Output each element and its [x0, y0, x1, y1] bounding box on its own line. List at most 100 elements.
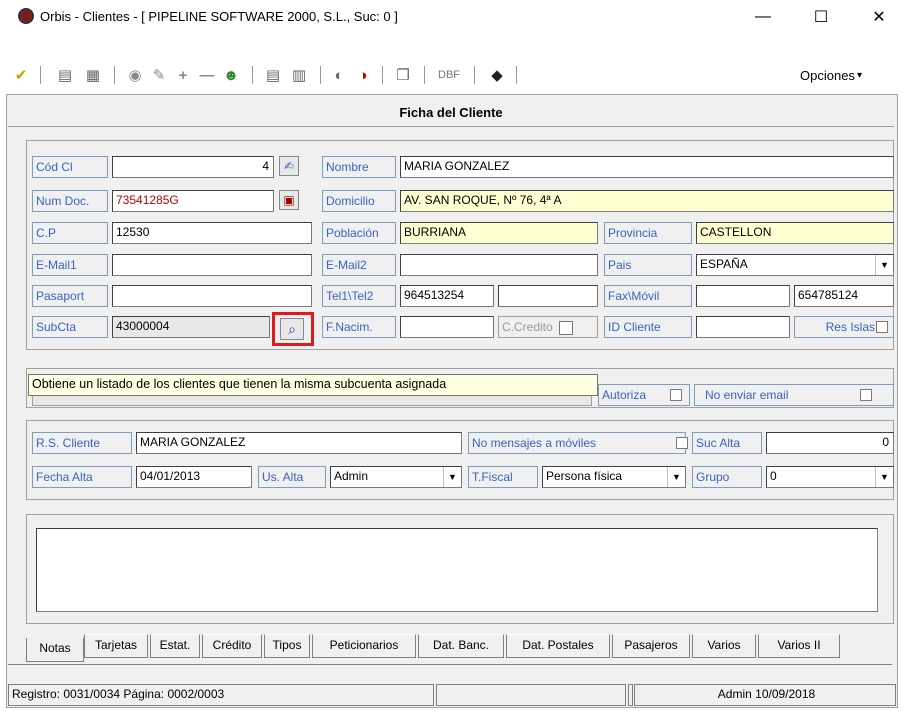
- toolbar-separator: [424, 66, 425, 84]
- maximize-button[interactable]: ☐: [798, 4, 844, 30]
- status-user-date: Admin 10/09/2018: [634, 684, 896, 706]
- minimize-button[interactable]: —: [740, 4, 786, 30]
- subcta-field[interactable]: 43000004: [112, 316, 270, 338]
- edit-icon[interactable]: ✎: [148, 64, 170, 86]
- edit-code-icon[interactable]: ✍: [279, 156, 299, 176]
- status-panel-3: [628, 684, 633, 706]
- search-icon[interactable]: ⌕: [280, 318, 304, 340]
- ccredito-checkbox[interactable]: [559, 320, 574, 335]
- nombre-label: Nombre: [322, 156, 396, 178]
- options-menu[interactable]: Opciones ▾: [786, 64, 876, 86]
- poblacion-field[interactable]: BURRIANA: [400, 222, 598, 244]
- pasaport-label: Pasaport: [32, 285, 108, 307]
- tab-varios[interactable]: Varios: [692, 634, 756, 658]
- fnacim-label: F.Nacim.: [322, 316, 396, 338]
- provincia-label: Provincia: [604, 222, 692, 244]
- tel2-field[interactable]: [498, 285, 598, 307]
- tab-dat-postales[interactable]: Dat. Postales: [506, 634, 610, 658]
- chevron-down-icon: ▾: [856, 69, 862, 81]
- pais-select[interactable]: ESPAÑA ▼: [696, 254, 894, 276]
- toolbar-separator: [40, 66, 41, 84]
- cp-field[interactable]: 12530: [112, 222, 312, 244]
- toolbar-separator: [516, 66, 517, 84]
- book-icon[interactable]: ◆: [486, 64, 508, 86]
- window-title: Orbis - Clientes - [ PIPELINE SOFTWARE 2…: [40, 9, 398, 24]
- toolbar-separator: [320, 66, 321, 84]
- no-mensajes-checkbox[interactable]: [676, 437, 688, 449]
- app-icon: [18, 8, 34, 24]
- rs-cliente-label: R.S. Cliente: [32, 432, 132, 454]
- tab-dat-banc[interactable]: Dat. Banc.: [418, 634, 504, 658]
- delete-icon[interactable]: —: [196, 64, 218, 86]
- tab-notas[interactable]: Notas: [26, 638, 84, 662]
- tel1-field[interactable]: 964513254: [400, 285, 494, 307]
- last-record-icon[interactable]: ▦: [82, 64, 104, 86]
- suc-alta-field[interactable]: 0: [766, 432, 894, 454]
- id-cliente-label: ID Cliente: [604, 316, 692, 338]
- provincia-field[interactable]: CASTELLON: [696, 222, 894, 244]
- no-mensajes-label: No mensajes a móviles: [468, 432, 686, 454]
- client-icon[interactable]: ☻: [220, 64, 242, 86]
- tab-varios-ii[interactable]: Varios II: [758, 634, 840, 658]
- tab-tarjetas[interactable]: Tarjetas: [84, 634, 148, 658]
- report-icon[interactable]: ▥: [288, 64, 310, 86]
- no-enviar-email-checkbox[interactable]: [860, 389, 872, 401]
- email2-label: E-Mail2: [322, 254, 396, 276]
- tel-label: Tel1\Tel2: [322, 285, 396, 307]
- divider: [8, 664, 892, 665]
- domicilio-field[interactable]: AV. SAN ROQUE, Nº 76, 4ª A: [400, 190, 894, 212]
- lookup-icon[interactable]: ◑: [352, 64, 374, 86]
- fnacim-field[interactable]: [400, 316, 494, 338]
- email1-label: E-Mail1: [32, 254, 108, 276]
- toolbar-separator: [382, 66, 383, 84]
- tab-estat[interactable]: Estat.: [150, 634, 200, 658]
- notes-textarea[interactable]: [36, 528, 878, 612]
- us-alta-label: Us. Alta: [258, 466, 326, 488]
- document-icon[interactable]: ❐: [392, 64, 414, 86]
- cp-label: C.P: [32, 222, 108, 244]
- view-icon[interactable]: ◉: [124, 64, 146, 86]
- res-islas-checkbox[interactable]: [876, 321, 888, 333]
- title-bar: Orbis - Clientes - [ PIPELINE SOFTWARE 2…: [6, 0, 904, 34]
- tab-peticionarios[interactable]: Peticionarios: [312, 634, 416, 658]
- email2-field[interactable]: [400, 254, 598, 276]
- list-icon[interactable]: ▤: [262, 64, 284, 86]
- grupo-select[interactable]: 0 ▼: [766, 466, 894, 488]
- cod-cl-field[interactable]: 4: [112, 156, 274, 178]
- fecha-alta-field[interactable]: 04/01/2013: [136, 466, 252, 488]
- tfiscal-label: T.Fiscal: [468, 466, 538, 488]
- pais-label: Pais: [604, 254, 692, 276]
- tfiscal-select[interactable]: Persona física ▼: [542, 466, 686, 488]
- tab-tipos[interactable]: Tipos: [264, 634, 310, 658]
- movil-field[interactable]: 654785124: [794, 285, 894, 307]
- check-icon[interactable]: ✔: [10, 64, 32, 86]
- chevron-down-icon[interactable]: ▼: [443, 467, 461, 487]
- tooltip: Obtiene un listado de los clientes que t…: [28, 374, 598, 396]
- toolbar-separator: [474, 66, 475, 84]
- autoriza-checkbox[interactable]: [670, 389, 682, 401]
- chevron-down-icon[interactable]: ▼: [875, 467, 893, 487]
- add-icon[interactable]: +: [172, 64, 194, 86]
- nombre-field[interactable]: MARIA GONZALEZ: [400, 156, 894, 178]
- rs-cliente-field[interactable]: MARIA GONZALEZ: [136, 432, 462, 454]
- close-button[interactable]: ✕: [856, 4, 902, 30]
- num-doc-field[interactable]: 73541285G: [112, 190, 274, 212]
- chevron-down-icon[interactable]: ▼: [667, 467, 685, 487]
- fax-field[interactable]: [696, 285, 790, 307]
- tab-credito[interactable]: Crédito: [202, 634, 262, 658]
- toolbar-separator: [252, 66, 253, 84]
- us-alta-select[interactable]: Admin ▼: [330, 466, 462, 488]
- id-card-icon[interactable]: ▣: [279, 190, 299, 210]
- toolbar: ✔ ▤ ▦ ◉ ✎ + — ☻ ▤ ▥ ◐ ◑ ❐ DBF ◆ Opciones…: [6, 58, 904, 92]
- ccredito-checkbox-field[interactable]: C.Credito: [498, 316, 598, 338]
- archive-icon[interactable]: ◐: [328, 64, 350, 86]
- email1-field[interactable]: [112, 254, 312, 276]
- id-cliente-field[interactable]: [696, 316, 790, 338]
- status-panel-2: [436, 684, 626, 706]
- dbf-icon[interactable]: DBF: [436, 64, 462, 86]
- first-record-icon[interactable]: ▤: [54, 64, 76, 86]
- pasaport-field[interactable]: [112, 285, 312, 307]
- tab-bar: Notas Tarjetas Estat. Crédito Tipos Peti…: [26, 634, 894, 662]
- chevron-down-icon[interactable]: ▼: [875, 255, 893, 275]
- tab-pasajeros[interactable]: Pasajeros: [612, 634, 690, 658]
